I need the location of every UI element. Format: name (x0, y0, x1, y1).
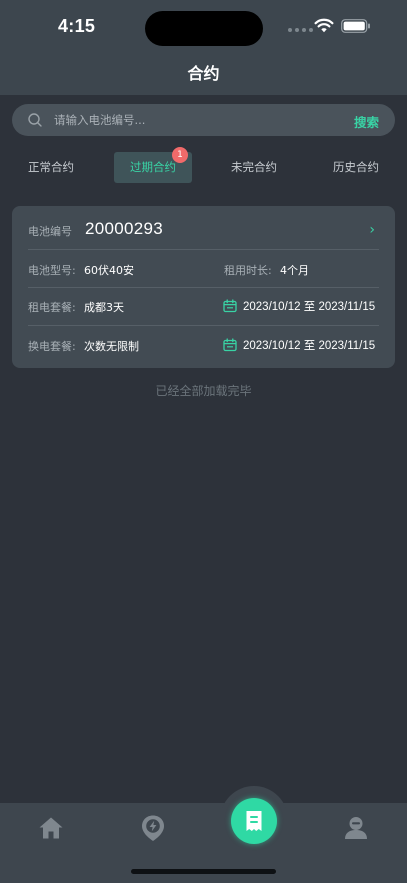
header: 4:15 合约 (0, 0, 407, 95)
search-bar: 搜索 (12, 104, 395, 136)
tab-history-contracts[interactable]: 历史合约 (320, 152, 392, 183)
battery-model-label: 电池型号: (28, 264, 76, 277)
tab-label: 未完合约 (231, 160, 277, 174)
rent-plan-value: 成都3天 (84, 301, 124, 314)
calendar-icon (223, 338, 237, 352)
model-row: 电池型号: 60伏40安 租用时长: 4个月 (28, 262, 379, 278)
swap-period-value: 2023/10/12 至 2023/11/15 (243, 340, 376, 352)
list-end-message: 已经全部加载完毕 (155, 384, 252, 398)
swap-period: 2023/10/12 至 2023/11/15 (223, 337, 375, 353)
tab-label: 历史合约 (333, 160, 379, 174)
user-icon[interactable] (343, 815, 369, 841)
contract-card[interactable]: 电池编号 20000293 › 电池型号: 60伏40安 租用时长: 4个月 租… (12, 206, 395, 368)
dynamic-island (145, 11, 263, 46)
page-title: 合约 (187, 64, 220, 83)
tab-label: 过期合约 (130, 160, 176, 174)
rent-plan-label: 租电套餐: (28, 301, 76, 314)
battery-id-row: 电池编号 20000293 › (28, 219, 379, 241)
swap-plan-label: 换电套餐: (28, 340, 76, 353)
tab-unfinished-contracts[interactable]: 未完合约 (218, 152, 290, 183)
location-bolt-icon[interactable] (140, 814, 166, 842)
tab-expired-contracts[interactable]: 过期合约 1 (114, 147, 192, 183)
rent-duration-label: 租用时长: (224, 264, 272, 277)
battery-id-label: 电池编号 (28, 225, 72, 238)
battery-id-value: 20000293 (85, 219, 164, 238)
status-time: 4:15 (58, 16, 96, 36)
search-icon (28, 113, 42, 127)
status-bar: 4:15 (0, 0, 407, 56)
cellular-signal-icon (288, 28, 313, 32)
home-indicator (131, 869, 276, 874)
contract-tabs: 正常合约 过期合约 1 未完合约 历史合约 (0, 147, 407, 186)
search-button[interactable]: 搜索 (354, 112, 379, 131)
rent-duration-value: 4个月 (280, 264, 309, 277)
contract-tab-button[interactable] (231, 798, 277, 844)
rent-period: 2023/10/12 至 2023/11/15 (223, 298, 375, 314)
swap-plan-value: 次数无限制 (84, 340, 139, 353)
divider (28, 287, 379, 288)
calendar-icon (223, 299, 237, 313)
rent-period-value: 2023/10/12 至 2023/11/15 (243, 301, 376, 313)
chevron-right-icon[interactable]: › (369, 222, 375, 238)
tab-label: 正常合约 (28, 160, 74, 174)
divider (28, 325, 379, 326)
divider (28, 249, 379, 250)
home-icon[interactable] (38, 816, 64, 840)
battery-icon (341, 19, 370, 33)
tab-badge: 1 (172, 147, 188, 163)
tab-normal-contracts[interactable]: 正常合约 (16, 152, 86, 183)
wifi-icon (314, 18, 334, 33)
battery-model-value: 60伏40安 (84, 264, 134, 277)
search-input[interactable] (54, 110, 334, 130)
contract-icon (246, 811, 262, 831)
